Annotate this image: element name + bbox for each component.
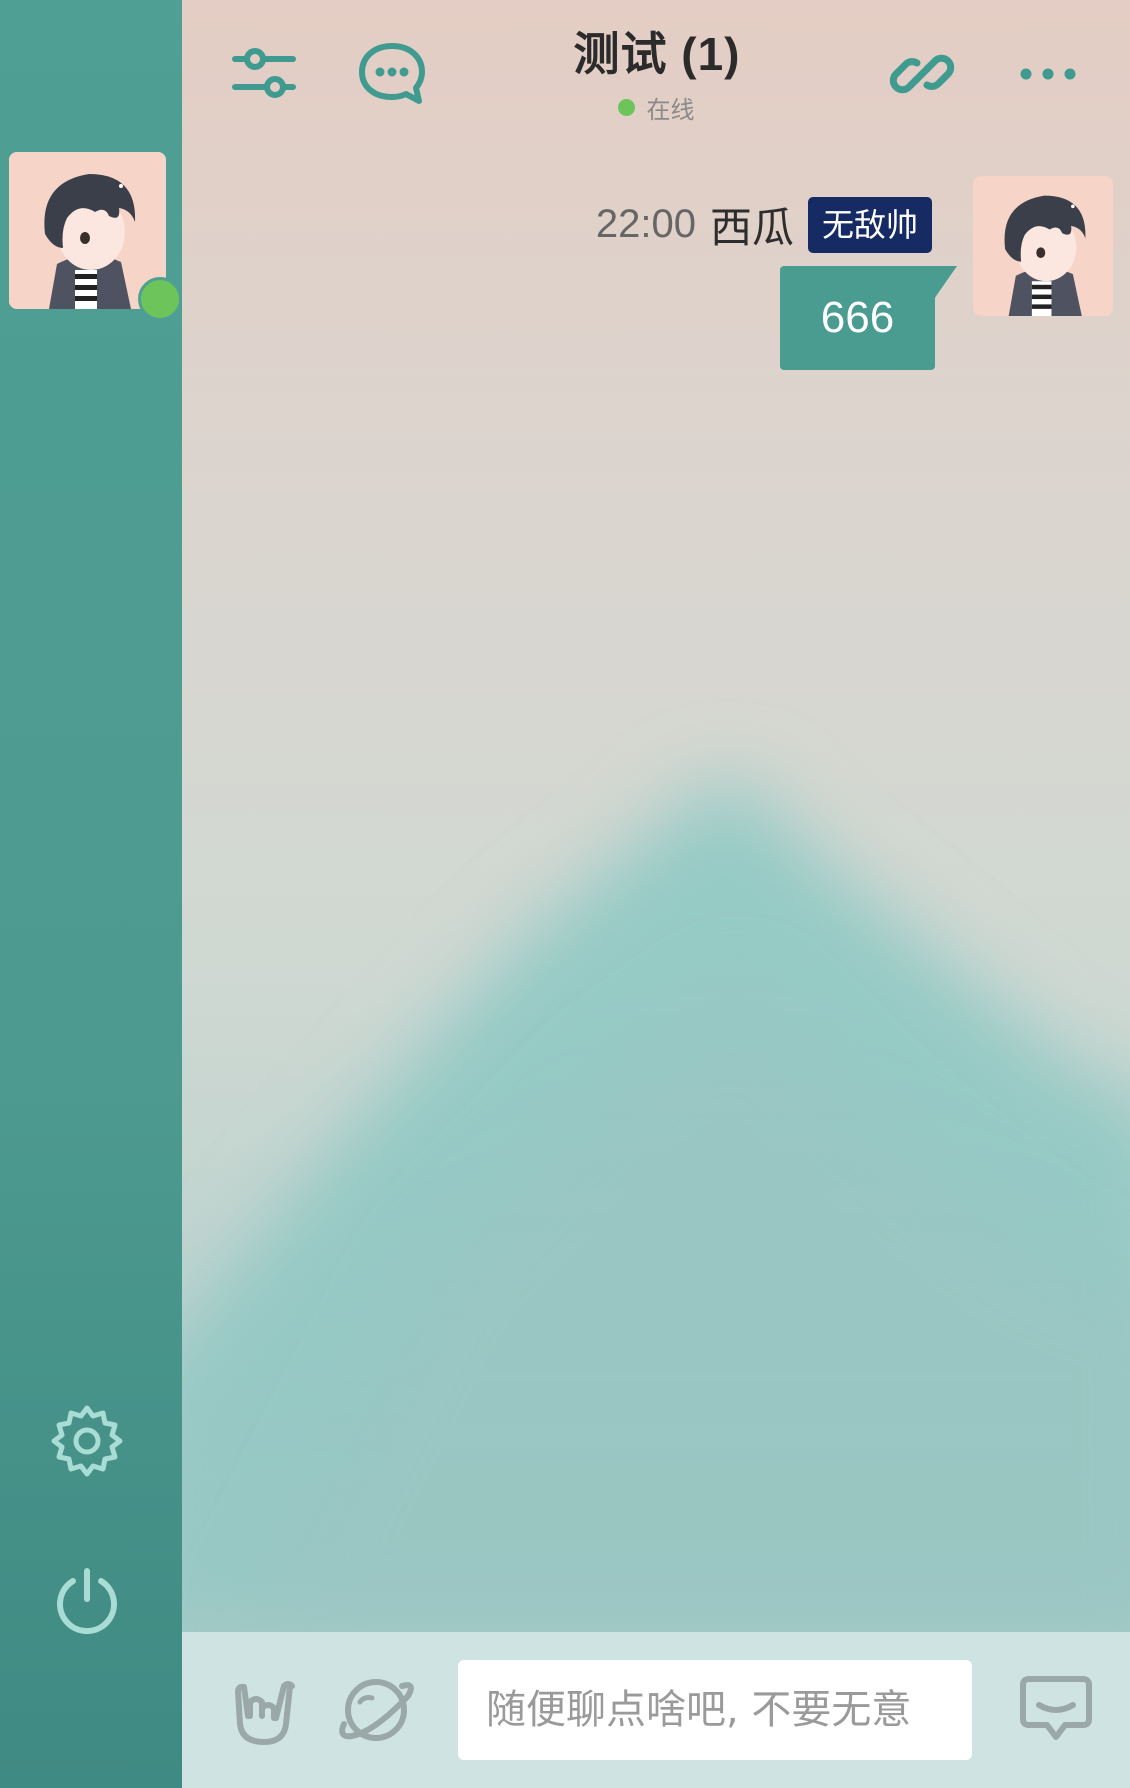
- message-sender[interactable]: 西瓜: [710, 194, 794, 255]
- online-status: 在线: [182, 90, 1130, 125]
- composer-bar: [182, 1632, 1130, 1788]
- online-indicator: [138, 277, 182, 321]
- chat-title-block: 测试 (1) 在线: [182, 18, 1130, 125]
- message-time: 22:00: [595, 202, 696, 246]
- more-icon[interactable]: [1010, 36, 1086, 112]
- sender-avatar[interactable]: [973, 176, 1113, 316]
- sender-badge: 无敌帅: [807, 196, 932, 253]
- online-status-label: 在线: [646, 96, 695, 124]
- gear-icon[interactable]: [46, 1400, 128, 1482]
- planet-icon[interactable]: [334, 1668, 418, 1752]
- power-icon[interactable]: [46, 1560, 128, 1642]
- bubble-tail: [925, 266, 957, 312]
- chat-header: 测试 (1) 在线: [182, 0, 1130, 140]
- message-input[interactable]: [458, 1660, 972, 1760]
- link-icon[interactable]: [884, 36, 960, 112]
- page-title: 测试 (1): [573, 28, 741, 80]
- message-meta: 22:00 西瓜 无敌帅: [596, 194, 932, 255]
- message-bubble[interactable]: 666: [780, 266, 935, 370]
- rock-hand-icon[interactable]: [222, 1668, 306, 1752]
- online-dot: [617, 99, 635, 116]
- sidebar: [0, 0, 182, 1788]
- send-chat-icon[interactable]: [1014, 1668, 1098, 1752]
